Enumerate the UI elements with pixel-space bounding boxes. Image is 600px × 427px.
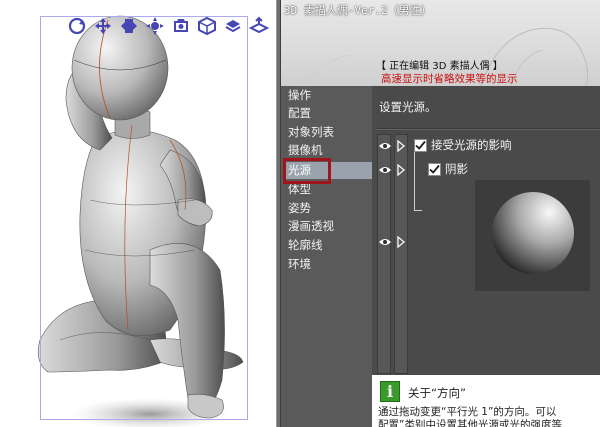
shadow-option[interactable]: 阴影 [428,161,468,177]
section-divider [376,128,600,130]
tree-connector [414,210,422,211]
info-body-line-1: 通过拖动变更“平行光 1”的方向。可以 [378,406,557,418]
object-settings-panel: 3D 素描人偶-Ver.2（男性） 【 正在编辑 3D 素描人偶 】 高速显示时… [281,0,600,427]
eye-icon[interactable] [379,237,391,247]
eye-icon[interactable] [379,141,391,151]
gizmo-icon[interactable] [144,15,166,37]
camera-rotate-icon[interactable] [170,15,192,37]
category-operation[interactable]: 操作 [284,87,311,104]
panel-header: 3D 素描人偶-Ver.2（男性） 【 正在编辑 3D 素描人偶 】 高速显示时… [281,0,600,86]
category-pose[interactable]: 姿势 [284,200,311,217]
receive-light-option[interactable]: 接受光源的影响 [414,137,512,153]
expand-triangle-icon[interactable] [396,164,406,176]
info-title: 关于“方向” [408,386,466,400]
info-body-line-2: 配置”类别中设置其他光源或光的强度等 [378,419,562,427]
object-rotate-icon[interactable] [196,15,218,37]
pan-icon[interactable] [92,15,114,37]
move-icon[interactable] [118,15,140,37]
category-camera[interactable]: 摄像机 [284,142,323,159]
floor-move-icon[interactable] [248,15,270,37]
selection-bounding-box [40,16,248,420]
category-list: 操作 配置 对象列表 摄像机 光源 体型 姿势 漫画透视 轮廓线 环境 [281,86,372,427]
category-outline[interactable]: 轮廓线 [284,237,323,254]
category-object-list[interactable]: 对象列表 [284,124,334,141]
receive-light-checkbox[interactable] [414,138,427,152]
panel-title: 3D 素描人偶-Ver.2（男性） [284,4,432,17]
help-info-bar: i 关于“方向” 通过拖动变更“平行光 1”的方向。可以 配置”类别中设置其他光… [372,375,600,427]
category-placement[interactable]: 配置 [284,105,311,122]
light-direction-preview[interactable] [475,180,590,291]
rotate-icon[interactable] [66,15,88,37]
3d-canvas[interactable] [0,0,276,427]
receive-light-label: 接受光源的影响 [431,138,512,152]
object-launcher-toolbar [66,15,270,37]
expand-triangle-icon[interactable] [396,236,406,248]
annotation-highlight-box [283,158,331,184]
expand-triangle-icon[interactable] [396,140,406,152]
tree-connector [414,150,415,210]
section-title: 设置光源。 [379,100,437,114]
light-preview-sphere[interactable] [492,192,574,274]
fast-display-warning: 高速显示时省略效果等的显示 [381,73,518,85]
info-body: 通过拖动变更“平行光 1”的方向。可以 配置”类别中设置其他光源或光的强度等 [378,406,600,427]
eye-icon[interactable] [379,165,391,175]
shadow-label: 阴影 [445,162,468,176]
object-move-icon[interactable] [222,15,244,37]
editing-status: 【 正在编辑 3D 素描人偶 】 [376,61,503,72]
shadow-checkbox[interactable] [428,162,441,176]
info-icon: i [380,381,400,402]
category-environment[interactable]: 环境 [284,256,311,273]
category-manga-perspective[interactable]: 漫画透视 [284,218,334,235]
